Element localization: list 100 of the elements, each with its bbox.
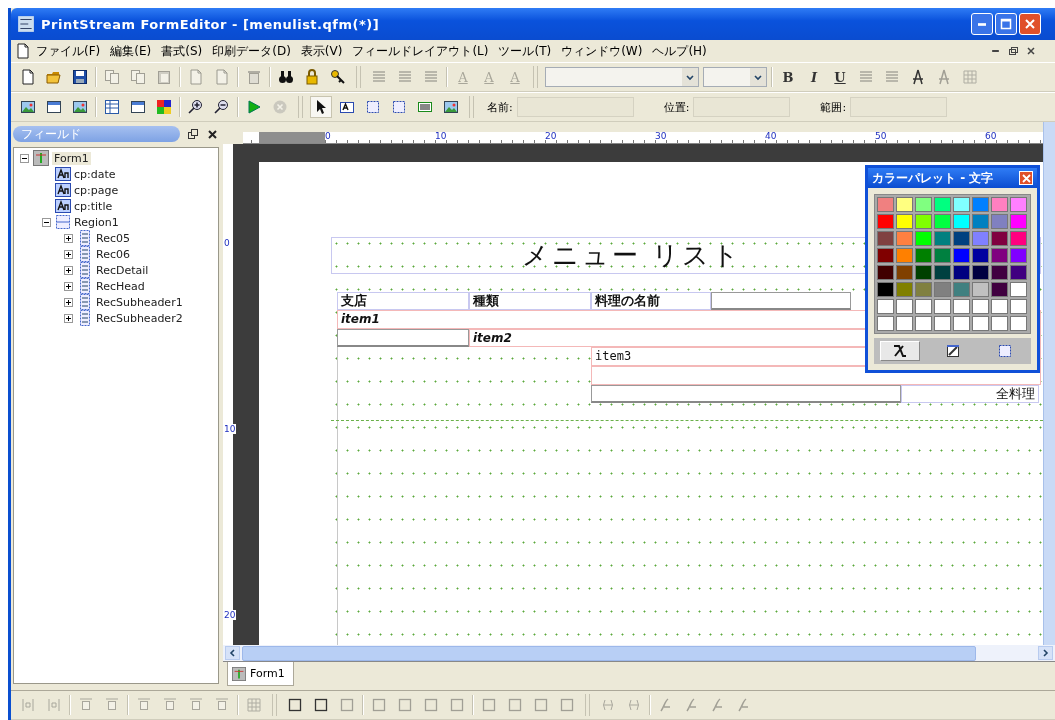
scroll-left-button[interactable] xyxy=(225,646,240,660)
menu-item[interactable]: 編集(E) xyxy=(105,40,157,62)
color-swatch[interactable] xyxy=(953,282,970,297)
color-swatch[interactable] xyxy=(1010,214,1027,229)
color-swatch[interactable] xyxy=(953,197,970,212)
color-swatch[interactable] xyxy=(953,214,970,229)
expand-icon[interactable] xyxy=(63,233,73,243)
color-swatch[interactable] xyxy=(972,231,989,246)
color-swatch[interactable] xyxy=(877,282,894,297)
color-swatch[interactable] xyxy=(972,316,989,331)
dropdown[interactable] xyxy=(703,67,767,87)
expand-icon[interactable] xyxy=(63,297,73,307)
label-field[interactable]: 料理の名前 xyxy=(591,292,711,310)
color-swatch[interactable] xyxy=(934,248,951,263)
color-swatch[interactable] xyxy=(896,265,913,280)
scrollbar[interactable] xyxy=(1043,122,1055,645)
color-swatch[interactable] xyxy=(1010,299,1027,314)
color-swatch[interactable] xyxy=(915,265,932,280)
color-swatch[interactable] xyxy=(896,214,913,229)
expand-icon[interactable] xyxy=(63,313,73,323)
color-swatch[interactable] xyxy=(991,231,1008,246)
color-swatch[interactable] xyxy=(877,231,894,246)
color-swatch[interactable] xyxy=(972,282,989,297)
color-swatch[interactable] xyxy=(896,282,913,297)
menu-item[interactable]: ツール(T) xyxy=(493,40,557,62)
color-swatch[interactable] xyxy=(877,214,894,229)
color-swatch[interactable] xyxy=(877,197,894,212)
color-swatch[interactable] xyxy=(934,265,951,280)
color-swatch[interactable] xyxy=(877,265,894,280)
color-swatch[interactable] xyxy=(877,316,894,331)
color-swatch[interactable] xyxy=(953,248,970,263)
menu-item[interactable]: 印刷データ(D) xyxy=(207,40,296,62)
color-swatch[interactable] xyxy=(991,265,1008,280)
color-swatch[interactable] xyxy=(972,299,989,314)
menu-item[interactable]: 表示(V) xyxy=(295,40,348,62)
color-swatch[interactable] xyxy=(915,248,932,263)
minimize-button[interactable] xyxy=(971,13,993,35)
menu-item[interactable]: ファイル(F) xyxy=(31,40,106,62)
color-swatch[interactable] xyxy=(934,299,951,314)
label-field[interactable]: 全料理 xyxy=(901,385,1039,403)
format-button[interactable]: U xyxy=(829,66,851,88)
toolbar-button[interactable] xyxy=(310,96,332,118)
input-box[interactable] xyxy=(711,292,851,310)
tree-item[interactable]: Rec05 xyxy=(96,231,130,245)
color-swatch[interactable] xyxy=(1010,231,1027,246)
color-swatch[interactable] xyxy=(972,197,989,212)
color-swatch[interactable] xyxy=(991,316,1008,331)
tree-item[interactable]: RecSubheader2 xyxy=(96,311,183,325)
color-swatch[interactable] xyxy=(972,265,989,280)
format-button[interactable]: B xyxy=(777,66,799,88)
document-tab[interactable]: Form1 xyxy=(227,662,294,686)
color-swatch[interactable] xyxy=(934,197,951,212)
expand-icon[interactable] xyxy=(63,265,73,275)
tree-item[interactable]: RecHead xyxy=(96,279,145,293)
color-swatch[interactable] xyxy=(1010,197,1027,212)
menu-item[interactable]: 書式(S) xyxy=(156,40,208,62)
collapse-icon[interactable] xyxy=(41,217,51,227)
color-swatch[interactable] xyxy=(1010,265,1027,280)
dropdown[interactable] xyxy=(545,67,699,87)
color-swatch[interactable] xyxy=(991,282,1008,297)
color-swatch[interactable] xyxy=(972,248,989,263)
color-swatch[interactable] xyxy=(934,282,951,297)
tree-item[interactable]: Rec06 xyxy=(96,247,130,261)
color-swatch[interactable] xyxy=(915,197,932,212)
color-swatch[interactable] xyxy=(953,231,970,246)
tree-item[interactable]: Region1 xyxy=(74,215,119,229)
color-swatch[interactable] xyxy=(1010,316,1027,331)
color-swatch[interactable] xyxy=(896,299,913,314)
color-swatch[interactable] xyxy=(1010,282,1027,297)
collapse-icon[interactable] xyxy=(19,153,29,163)
palette-tool-button[interactable] xyxy=(880,341,920,361)
color-swatch[interactable] xyxy=(991,214,1008,229)
tree-item[interactable]: Form1 xyxy=(52,151,91,165)
color-swatch[interactable] xyxy=(896,231,913,246)
color-swatch[interactable] xyxy=(915,316,932,331)
color-swatch[interactable] xyxy=(934,231,951,246)
float-button[interactable] xyxy=(186,129,200,139)
tree-item[interactable]: cp:title xyxy=(74,199,113,213)
label-field[interactable]: 支店 xyxy=(337,292,469,310)
maximize-button[interactable] xyxy=(995,13,1017,35)
color-swatch[interactable] xyxy=(953,265,970,280)
color-swatch[interactable] xyxy=(934,316,951,331)
color-swatch[interactable] xyxy=(915,299,932,314)
color-swatch[interactable] xyxy=(953,316,970,331)
color-swatch[interactable] xyxy=(991,299,1008,314)
menu-item[interactable]: ウィンドウ(W) xyxy=(556,40,648,62)
color-swatch[interactable] xyxy=(915,231,932,246)
tree-item[interactable]: RecSubheader1 xyxy=(96,295,183,309)
label-field[interactable]: 種類 xyxy=(469,292,591,310)
input-box[interactable] xyxy=(337,329,469,347)
tree-item[interactable]: cp:page xyxy=(74,183,119,197)
color-swatch[interactable] xyxy=(934,214,951,229)
menu-item[interactable]: ヘルプ(H) xyxy=(647,40,712,62)
color-swatch[interactable] xyxy=(953,299,970,314)
color-swatch[interactable] xyxy=(896,197,913,212)
color-swatch[interactable] xyxy=(896,248,913,263)
color-swatch[interactable] xyxy=(991,248,1008,263)
menu-item[interactable]: フィールドレイアウト(L) xyxy=(347,40,494,62)
color-swatch[interactable] xyxy=(896,316,913,331)
format-button[interactable]: I xyxy=(803,66,825,88)
